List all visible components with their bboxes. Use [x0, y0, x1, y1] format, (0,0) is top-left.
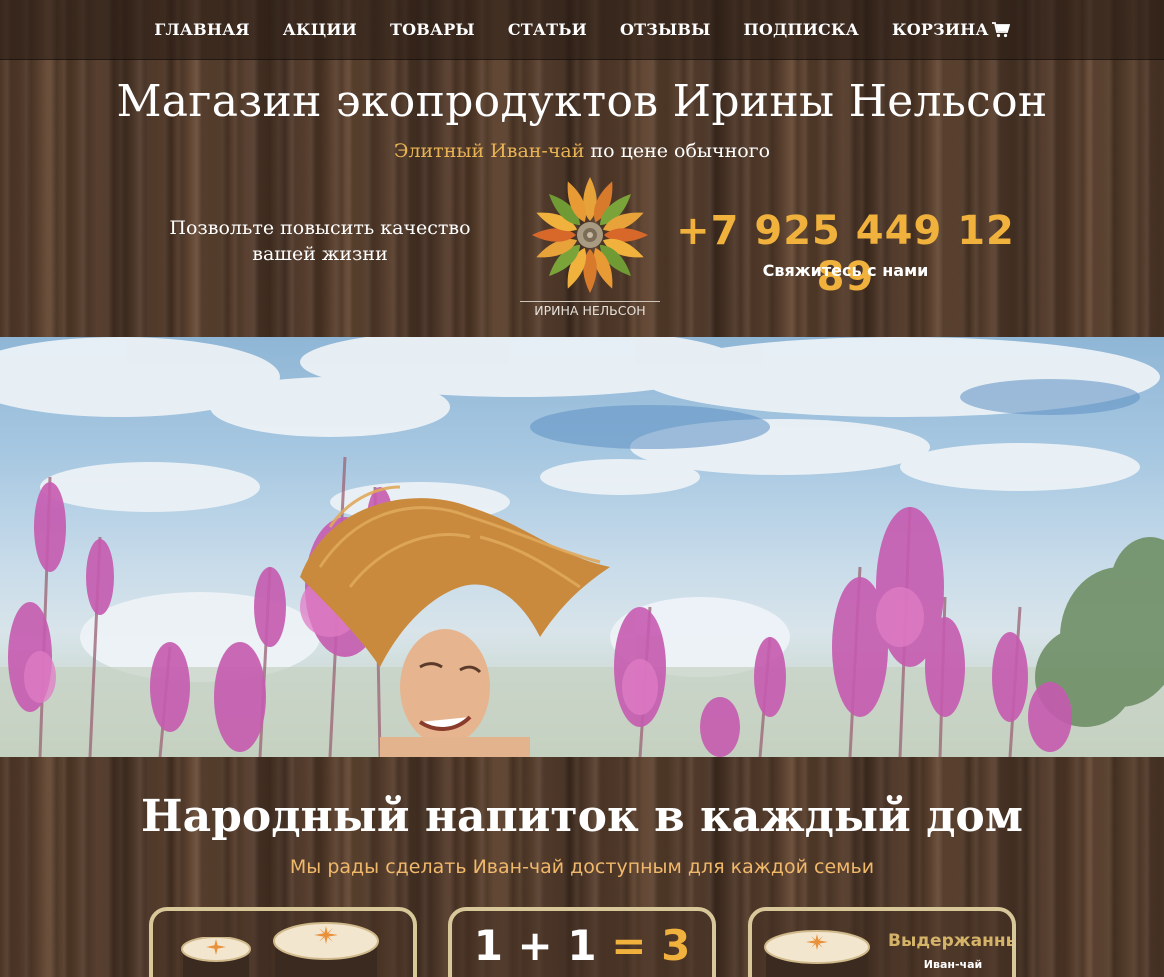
promo-card-one-plus-one[interactable]: 1 + 1 = 3 — [448, 907, 716, 977]
nav-item-cart[interactable]: КОРЗИНА — [875, 20, 1026, 39]
product-card-jars[interactable] — [149, 907, 417, 977]
promo-eq-plus: + — [517, 921, 553, 970]
nav-item-promotions[interactable]: АКЦИИ — [266, 20, 373, 39]
site-subtitle: Элитный Иван-чай по цене обычного — [0, 140, 1164, 162]
product-card-aged[interactable]: Выдержанный Иван-чай — [748, 907, 1016, 977]
shopping-cart-icon — [991, 21, 1010, 38]
nav-item-reviews[interactable]: ОТЗЫВЫ — [603, 20, 727, 39]
hero-illustration — [0, 337, 1164, 757]
section-title: Народный напиток в каждый дом — [141, 791, 1023, 842]
nav-item-articles[interactable]: СТАТЬИ — [491, 20, 603, 39]
aged-tea-title: Выдержанный — [888, 931, 1012, 951]
nav-item-cart-label: КОРЗИНА — [891, 20, 989, 39]
nav-item-products[interactable]: ТОВАРЫ — [374, 20, 492, 39]
top-navigation: ГЛАВНАЯ АКЦИИ ТОВАРЫ СТАТЬИ ОТЗЫВЫ ПОДПИ… — [0, 0, 1164, 60]
sunflower-logo-icon — [532, 177, 648, 293]
hero-image — [0, 337, 1164, 757]
promo-eq-b: 1 — [567, 921, 597, 970]
tea-jar-icon — [764, 930, 870, 977]
promo-eq-equals: = — [611, 921, 647, 970]
nav-item-subscription[interactable]: ПОДПИСКА — [727, 20, 875, 39]
site-title: Магазин экопродуктов Ирины Нельсон — [116, 76, 1048, 127]
contact-label: Свяжитесь с нами — [762, 261, 929, 280]
promo-eq-a: 1 — [473, 921, 503, 970]
site-header: Магазин экопродуктов Ирины Нельсон Элитн… — [0, 60, 1164, 337]
nav-item-home[interactable]: ГЛАВНАЯ — [138, 20, 266, 39]
aged-tea-subtitle: Иван-чай — [923, 958, 983, 971]
tea-jar-icon — [273, 922, 379, 977]
section-subtitle: Мы рады сделать Иван-чай доступным для к… — [289, 856, 875, 878]
slogan: Позвольте повысить качество вашей жизни — [169, 217, 471, 265]
tea-jar-icon — [181, 937, 251, 977]
site-subtitle-rest: по цене обычного — [584, 140, 771, 162]
logo-text: ИРИНА НЕЛЬСОН — [520, 301, 660, 318]
site-subtitle-accent: Элитный Иван-чай — [393, 140, 585, 162]
phone-number-link[interactable]: +7 925 449 12 89 — [668, 208, 1023, 300]
promo-equation: 1 + 1 = 3 — [452, 921, 712, 970]
logo[interactable]: ИРИНА НЕЛЬСОН — [520, 175, 660, 323]
promo-section: Народный напиток в каждый дом Мы рады сд… — [0, 757, 1164, 977]
promo-eq-result: 3 — [661, 921, 691, 970]
